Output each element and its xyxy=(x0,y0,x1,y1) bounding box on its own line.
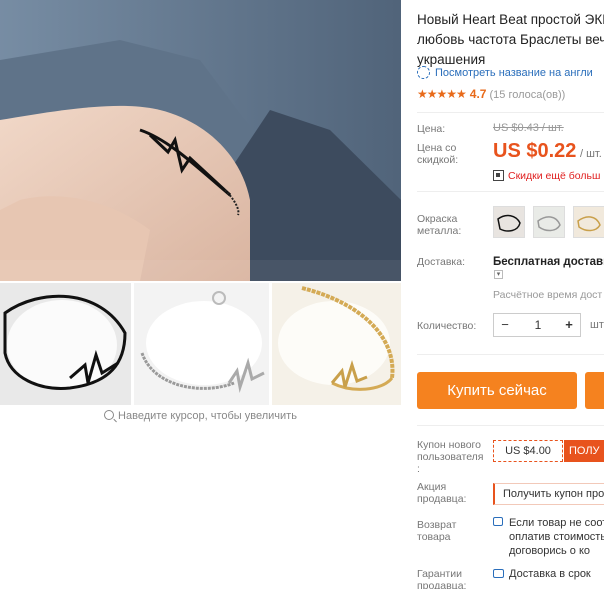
product-title: Новый Heart Beat простой ЭКІ любовь част… xyxy=(417,10,604,70)
seller-coupon-button[interactable]: Получить купон про xyxy=(493,483,604,505)
quantity-decrease-button[interactable]: − xyxy=(494,314,516,336)
new-user-coupon-label-line: Купон нового xyxy=(417,439,481,451)
returns-text-line: Если товар не соот xyxy=(509,517,604,529)
price-label: Цена: xyxy=(417,123,446,135)
quantity-stepper: − 1 + xyxy=(493,313,581,337)
magnifier-icon xyxy=(104,410,115,420)
quantity-label: Количество: xyxy=(417,320,477,332)
main-product-image[interactable] xyxy=(0,0,401,281)
metal-color-label-line: Окраска xyxy=(417,213,458,225)
divider xyxy=(417,425,604,426)
guarantee-text-value: Доставка в срок xyxy=(509,568,591,580)
qr-code-icon xyxy=(493,170,504,181)
guarantee-text: Доставка в срок xyxy=(493,567,591,581)
returns-text: Если товар не соот оплатив стоимость дог… xyxy=(493,516,604,558)
guarantee-label-line: Гарантии xyxy=(417,568,462,580)
product-title-line: Новый Heart Beat простой ЭКІ xyxy=(417,12,604,27)
delivery-truck-icon xyxy=(493,569,504,578)
quantity-input[interactable]: 1 xyxy=(518,314,558,336)
product-gallery: Наведите курсор, чтобы увеличить xyxy=(0,0,401,430)
old-price: US $0.43 / шт. xyxy=(493,122,564,134)
returns-label: Возврат товара xyxy=(417,519,456,543)
new-user-coupon-label-line: : xyxy=(417,463,420,475)
product-info-panel: Новый Heart Beat простой ЭКІ любовь част… xyxy=(417,0,604,589)
color-swatch-gold[interactable] xyxy=(573,206,604,238)
shipping-label: Доставка: xyxy=(417,256,466,268)
seller-promo-label: Акция продавца: xyxy=(417,481,466,505)
more-discounts-link[interactable]: Скидки ещё больш xyxy=(493,170,600,182)
sale-price: US $0.22 xyxy=(493,140,577,162)
translate-link-text: Посмотреть название на англи xyxy=(435,67,593,79)
thumbnail-gold[interactable] xyxy=(272,283,401,405)
metal-color-label: Окраска металла: xyxy=(417,213,461,237)
return-icon xyxy=(493,517,503,526)
new-user-coupon-value: US $4.00 xyxy=(493,440,563,462)
seller-promo-label-line: продавца: xyxy=(417,493,467,505)
seller-promo-label-line: Акция xyxy=(417,481,447,493)
translate-title-link[interactable]: Посмотреть название на англи xyxy=(417,66,593,79)
add-to-cart-button[interactable] xyxy=(585,372,604,409)
quantity-unit: шт xyxy=(590,319,604,331)
shipping-time: Расчётное время дост xyxy=(493,289,603,301)
bracelet-on-wrist-photo xyxy=(0,0,401,281)
returns-text-line: договорись о ко xyxy=(509,545,591,557)
new-user-coupon-label-line: пользователя xyxy=(417,451,484,463)
zoom-hint: Наведите курсор, чтобы увеличить xyxy=(0,410,401,422)
discount-price-label-line: Цена со xyxy=(417,142,457,154)
color-swatch-black[interactable] xyxy=(493,206,525,238)
divider xyxy=(417,191,604,192)
rating-votes[interactable]: (15 голоса(ов)) xyxy=(489,89,565,101)
thumbnail-black[interactable] xyxy=(0,283,131,405)
guarantee-label: Гарантии продавца: xyxy=(417,568,466,589)
buy-now-button[interactable]: Купить сейчас xyxy=(417,372,577,409)
get-coupon-button[interactable]: ПОЛУ xyxy=(564,440,604,462)
translate-icon xyxy=(417,66,430,79)
zoom-hint-text: Наведите курсор, чтобы увеличить xyxy=(118,410,297,422)
product-title-line: любовь частота Браслеты веч xyxy=(417,32,604,47)
returns-label-line: Возврат xyxy=(417,519,457,531)
rating-value: 4.7 xyxy=(469,87,487,101)
rating-stars-icon: ★★★★★ xyxy=(417,87,467,101)
price-unit: / шт. xyxy=(580,148,602,160)
discount-price-label-line: скидкой: xyxy=(417,154,459,166)
metal-color-label-line: металла: xyxy=(417,225,462,237)
returns-text-line: оплатив стоимость xyxy=(509,531,604,543)
chevron-down-icon[interactable]: ▾ xyxy=(494,270,503,279)
guarantee-label-line: продавца: xyxy=(417,580,467,589)
divider xyxy=(417,354,604,355)
thumbnail-silver[interactable] xyxy=(134,283,269,405)
returns-label-line: товара xyxy=(417,531,451,543)
rating-row[interactable]: ★★★★★ 4.7 (15 голоса(ов)) xyxy=(417,87,565,101)
new-user-coupon-label: Купон нового пользователя : xyxy=(417,439,484,475)
color-swatch-silver[interactable] xyxy=(533,206,565,238)
discount-price-label: Цена со скидкой: xyxy=(417,142,458,166)
shipping-value: Бесплатная доставка xyxy=(493,256,604,268)
quantity-increase-button[interactable]: + xyxy=(558,314,580,336)
divider xyxy=(417,112,604,113)
thumbnail-strip xyxy=(0,283,401,405)
more-discounts-text: Скидки ещё больш xyxy=(508,170,601,182)
